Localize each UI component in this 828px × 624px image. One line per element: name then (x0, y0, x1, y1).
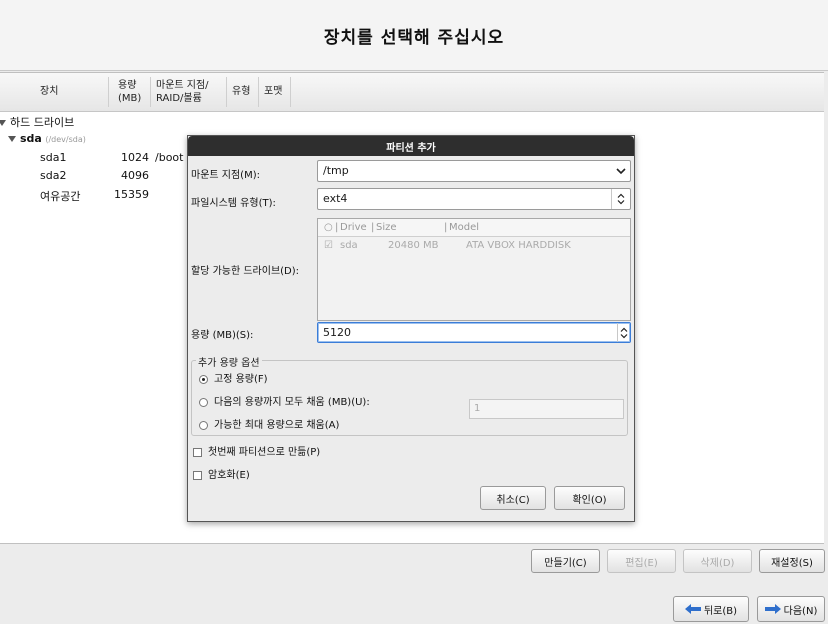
arrow-left-icon (684, 604, 701, 614)
drives-list-header: ○ | Drive | Size | Model (318, 219, 630, 237)
model-col-header: Model (449, 222, 480, 233)
drive-col-header: Drive (340, 222, 367, 233)
radio-icon[interactable] (199, 397, 208, 407)
tree-disk-sda[interactable]: sda (/dev/sda) (8, 132, 86, 145)
size-options-legend: 추가 용량 옵션 (196, 354, 262, 369)
table-row[interactable]: 여유공간 15359 (0, 188, 190, 206)
next-button[interactable]: 다음(N) (757, 596, 825, 622)
add-partition-dialog: 파티션 추가 마운트 지점(M): /tmp 파일시스템 유형(T): ext4… (187, 135, 635, 522)
column-mount-raid: RAID/볼륨 (156, 93, 202, 104)
fill-upto-spinbox[interactable]: 1 (469, 399, 624, 419)
filesystem-label: 파일시스템 유형(T): (191, 198, 276, 209)
dialog-title: 파티션 추가 (188, 136, 634, 156)
radio-icon[interactable] (199, 420, 208, 430)
drive-row-sda[interactable]: ☑ sda 20480 MB ATA VBOX HARDDISK (318, 237, 630, 254)
checkbox-checked-icon[interactable]: ☑ (324, 240, 333, 251)
table-row[interactable]: sda2 4096 (0, 169, 190, 187)
mount-point-label: 마운트 지점(M): (191, 170, 260, 181)
size-spinbox[interactable]: 5120 (317, 322, 631, 343)
size-label: 용량 (MB)(S): (191, 330, 254, 341)
cancel-button[interactable]: 취소(C) (480, 486, 546, 510)
column-size-unit: (MB) (118, 93, 142, 104)
column-mount[interactable]: 마운트 지점/ (156, 80, 209, 92)
spin-arrows-icon[interactable] (617, 323, 630, 342)
row-mount: /boot (155, 151, 184, 164)
row-size: 1024 (121, 151, 149, 164)
radio-fill-upto[interactable]: 다음의 용량까지 모두 채움 (MB)(U): (199, 393, 370, 408)
expander-down-icon[interactable] (8, 136, 16, 142)
radio-fill-max[interactable]: 가능한 최대 용량으로 채움(A) (199, 416, 339, 431)
chevron-down-icon[interactable] (612, 161, 630, 181)
column-header: 장치 용량 (MB) 마운트 지점/ RAID/볼륨 유형 포맷 (0, 73, 824, 112)
drives-list[interactable]: ○ | Drive | Size | Model ☑ sda 20480 MB … (317, 218, 631, 321)
back-button[interactable]: 뒤로(B) (673, 596, 749, 622)
checkbox-icon[interactable] (193, 447, 202, 457)
edit-button[interactable]: 편집(E) (607, 549, 676, 573)
filesystem-select[interactable]: ext4 (317, 188, 631, 210)
column-format[interactable]: 포맷 (264, 86, 282, 98)
row-device: 여유공간 (40, 190, 81, 203)
column-device[interactable]: 장치 (40, 86, 58, 98)
reset-button[interactable]: 재설정(S) (759, 549, 825, 573)
create-button[interactable]: 만들기(C) (531, 549, 600, 573)
drives-label: 할당 가능한 드라이브(D): (191, 266, 300, 277)
checkbox-icon[interactable] (193, 470, 202, 480)
encrypt-checkbox[interactable]: 암호화(E) (193, 466, 250, 481)
size-options-group: 추가 용량 옵션 고정 용량(F) 다음의 용량까지 모두 채움 (MB)(U)… (191, 354, 628, 436)
ok-button[interactable]: 확인(O) (554, 486, 625, 510)
radio-selected-icon[interactable] (199, 374, 208, 384)
header-bar: 장치를 선택해 주십시오 (0, 0, 828, 71)
delete-button[interactable]: 삭제(D) (683, 549, 752, 573)
disk-path: (/dev/sda) (45, 135, 86, 144)
tree-group-hard-drives[interactable]: 하드 드라이브 (0, 114, 74, 130)
table-row[interactable]: sda1 1024 /boot (0, 151, 190, 169)
row-device: sda2 (40, 169, 67, 182)
arrow-right-icon (764, 604, 781, 614)
up-down-arrows-icon[interactable] (611, 189, 630, 209)
radio-fixed-size[interactable]: 고정 용량(F) (199, 370, 268, 385)
mount-point-combo[interactable]: /tmp (317, 160, 631, 182)
row-device: sda1 (40, 151, 67, 164)
column-type[interactable]: 유형 (232, 86, 250, 98)
radio-column-icon: ○ (324, 222, 333, 233)
row-size: 4096 (121, 169, 149, 182)
column-size[interactable]: 용량 (118, 80, 136, 92)
primary-partition-checkbox[interactable]: 첫번째 파티션으로 만듦(P) (193, 443, 320, 458)
page-title: 장치를 선택해 주십시오 (323, 27, 505, 48)
row-size: 15359 (114, 188, 149, 201)
expander-down-icon[interactable] (0, 120, 6, 126)
size-col-header: Size (376, 222, 397, 233)
